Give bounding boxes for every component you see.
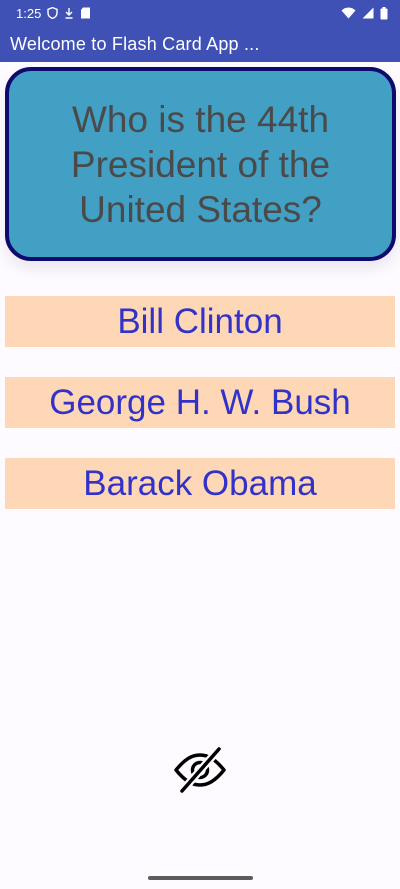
download-icon [64,7,74,19]
app-bar: Welcome to Flash Card App ... [0,26,400,62]
question-text: Who is the 44th President of the United … [70,98,331,230]
answer-option-3[interactable]: Barack Obama [5,458,395,509]
shield-icon [47,7,59,19]
status-left: 1:25 [16,6,91,21]
status-time: 1:25 [16,5,42,21]
app-title: Welcome to Flash Card App ... [10,33,260,54]
screen: 1:25 Welcome to Flash Card App ... Who i… [0,0,400,889]
home-indicator[interactable] [148,876,253,880]
toggle-answers-button[interactable] [170,744,230,798]
wifi-icon [341,7,356,19]
question-card[interactable]: Who is the 44th President of the United … [5,67,396,261]
signal-icon [362,7,374,19]
status-bar: 1:25 [0,0,400,26]
battery-icon [380,6,388,20]
answer-label: Bill Clinton [117,301,283,341]
eye-off-icon [172,744,228,798]
answer-option-1[interactable]: Bill Clinton [5,296,395,347]
status-right [341,6,388,20]
answer-label: George H. W. Bush [49,382,351,422]
sd-card-icon [80,7,91,19]
answer-label: Barack Obama [83,463,317,503]
answer-option-2[interactable]: George H. W. Bush [5,377,395,428]
